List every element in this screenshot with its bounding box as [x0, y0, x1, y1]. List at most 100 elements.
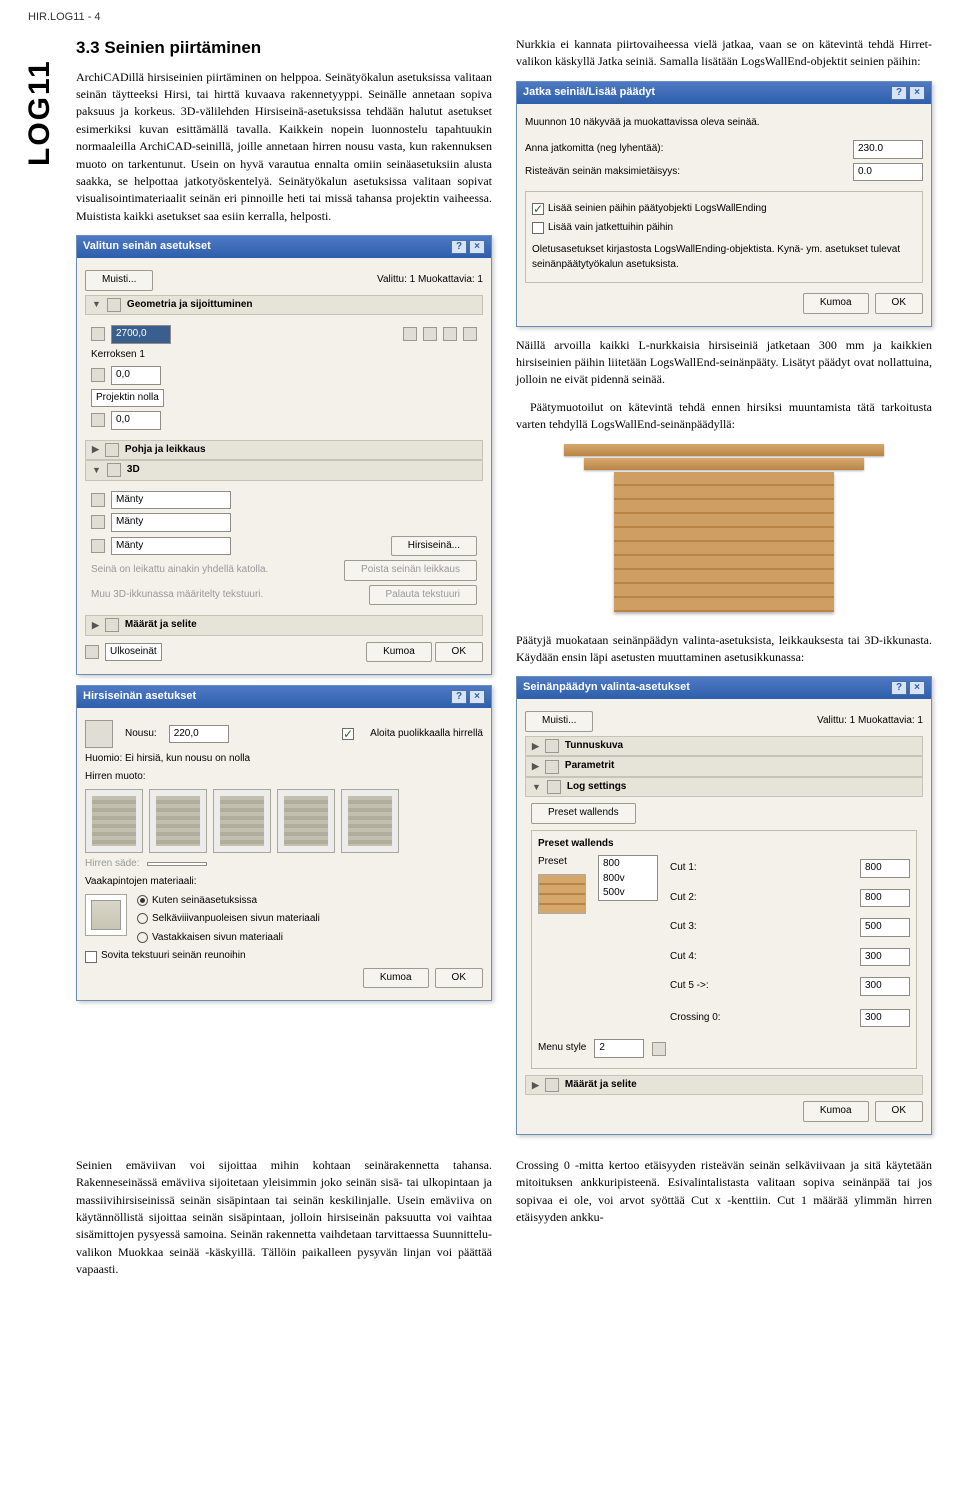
dialog-title: Jatka seiniä/Lisää päädyt	[523, 85, 655, 101]
material-select[interactable]: Mänty	[111, 491, 231, 510]
panel-parameters[interactable]: ▶ Parametrit	[525, 756, 923, 777]
cut-label: Cut 1:	[670, 861, 697, 876]
ok-button[interactable]: OK	[435, 642, 483, 663]
material-select[interactable]: Mänty	[111, 537, 231, 556]
help-icon[interactable]: ?	[451, 690, 467, 704]
dialog-log-wall: Hirsiseinän asetukset ? × Nousu: 220,0 A…	[76, 685, 492, 1001]
panel-log-settings[interactable]: ▼ Log settings	[525, 777, 923, 798]
panel-3d[interactable]: ▼ 3D	[85, 460, 483, 481]
material-select[interactable]: Mänty	[111, 513, 231, 532]
material-icon	[91, 539, 105, 553]
panel-label: Määrät ja selite	[125, 618, 197, 633]
dialog-title: Seinänpäädyn valinta-asetukset	[523, 680, 690, 696]
cut2-input[interactable]: 800	[860, 889, 910, 908]
ok-button[interactable]: OK	[435, 968, 483, 989]
radius-input	[147, 862, 207, 866]
panel-measures[interactable]: ▶ Määrät ja selite	[525, 1075, 923, 1096]
log-shape-option[interactable]	[213, 789, 271, 853]
titlebar: Seinänpäädyn valinta-asetukset ? ×	[517, 677, 931, 699]
memory-button[interactable]: Muisti...	[525, 711, 593, 732]
extend-input[interactable]: 230.0	[853, 140, 923, 159]
restore-texture-button: Palauta tekstuuri	[369, 585, 478, 606]
material-radio[interactable]	[137, 895, 148, 906]
log-shape-option[interactable]	[149, 789, 207, 853]
help-icon[interactable]: ?	[451, 240, 467, 254]
right-column: Nurkkia ei kannata piirtovaiheessa vielä…	[516, 36, 932, 1145]
fit-texture-label: Sovita tekstuuri seinän reunoihin	[101, 949, 246, 964]
cancel-button[interactable]: Kumoa	[803, 293, 869, 314]
cut4-input[interactable]: 300	[860, 948, 910, 967]
panel-measures[interactable]: ▶ Määrät ja selite	[85, 615, 483, 636]
cancel-button[interactable]: Kumoa	[363, 968, 429, 989]
project-zero-select[interactable]: Projektin nolla	[91, 389, 164, 408]
panel-plan-section[interactable]: ▶ Pohja ja leikkaus	[85, 440, 483, 461]
chevron-down-icon: ▼	[92, 464, 101, 477]
radio-label: Vastakkaisen sivun materiaali	[152, 932, 283, 943]
help-icon[interactable]: ?	[891, 86, 907, 100]
note-text: Seinä on leikattu ainakin yhdellä katoll…	[91, 563, 268, 578]
ok-button[interactable]: OK	[875, 1101, 923, 1122]
panel-thumbnail[interactable]: ▶ Tunnuskuva	[525, 736, 923, 757]
geometry-icon	[107, 298, 121, 312]
height-input[interactable]: 2700,0	[111, 325, 171, 344]
value-a[interactable]: 0,0	[111, 366, 161, 385]
shape-label: Hirren muoto:	[85, 770, 146, 785]
right-intro: Nurkkia ei kannata piirtovaiheessa vielä…	[516, 36, 932, 71]
cut1-input[interactable]: 800	[860, 859, 910, 878]
preset-list[interactable]: 800 800v 500v	[598, 855, 658, 901]
wall-icon	[91, 368, 105, 382]
close-icon[interactable]: ×	[909, 681, 925, 695]
max-dist-input[interactable]: 0.0	[853, 163, 923, 182]
log-shape-option[interactable]	[341, 789, 399, 853]
ok-button[interactable]: OK	[875, 293, 923, 314]
cancel-button[interactable]: Kumoa	[366, 642, 432, 663]
left-column: 3.3 Seinien piirtäminen ArchiCADillä hir…	[76, 36, 492, 1145]
cut-label: Cut 5 ->:	[670, 979, 709, 994]
menu-style-icon[interactable]	[652, 1042, 666, 1056]
dialog-wallend-settings: Seinänpäädyn valinta-asetukset ? × Muist…	[516, 676, 932, 1134]
chevron-right-icon: ▶	[532, 1079, 539, 1092]
panel-geometry[interactable]: ▼ Geometria ja sijoittuminen	[85, 295, 483, 316]
dialog-title: Hirsiseinän asetukset	[83, 689, 196, 705]
only-extended-checkbox[interactable]	[532, 222, 544, 234]
preset-tab[interactable]: Preset wallends	[531, 803, 636, 824]
menu-style-input[interactable]: 2	[594, 1039, 644, 1058]
log-shape-option[interactable]	[277, 789, 335, 853]
floor-label: Kerroksen 1	[91, 348, 145, 363]
add-ending-checkbox[interactable]	[532, 203, 544, 215]
half-log-label: Aloita puolikkaalla hirrellä	[370, 727, 483, 742]
cut3-input[interactable]: 500	[860, 918, 910, 937]
extend-label: Anna jatkomitta (neg lyhentää):	[525, 142, 663, 157]
material-icon	[91, 515, 105, 529]
half-log-checkbox[interactable]	[342, 728, 354, 740]
material-radio[interactable]	[137, 913, 148, 924]
log-shape-option[interactable]	[85, 789, 143, 853]
wall-icon	[91, 413, 105, 427]
intro-paragraph: ArchiCADillä hirsiseinien piirtäminen on…	[76, 69, 492, 226]
tool-icon[interactable]	[423, 327, 437, 341]
selection-count: Valittu: 1 Muokattavia: 1	[817, 714, 923, 729]
panel-label: Pohja ja leikkaus	[125, 443, 206, 458]
log-render-image	[516, 444, 932, 624]
cancel-button[interactable]: Kumoa	[803, 1101, 869, 1122]
value-b[interactable]: 0,0	[111, 411, 161, 430]
rise-input[interactable]: 220,0	[169, 725, 229, 744]
panel-label: Määrät ja selite	[565, 1078, 637, 1093]
tool-icon[interactable]	[463, 327, 477, 341]
close-icon[interactable]: ×	[469, 240, 485, 254]
layer-select[interactable]: Ulkoseinät	[105, 643, 162, 662]
crossing-input[interactable]: 300	[860, 1009, 910, 1028]
cut5-input[interactable]: 300	[860, 977, 910, 996]
material-radio[interactable]	[137, 932, 148, 943]
close-icon[interactable]: ×	[909, 86, 925, 100]
section-title: 3.3 Seinien piirtäminen	[76, 36, 492, 61]
close-icon[interactable]: ×	[469, 690, 485, 704]
list-icon	[545, 1078, 559, 1092]
memory-button[interactable]: Muisti...	[85, 270, 153, 291]
tool-icon[interactable]	[443, 327, 457, 341]
help-icon[interactable]: ?	[891, 681, 907, 695]
fit-texture-checkbox[interactable]	[85, 951, 97, 963]
tool-icon[interactable]	[403, 327, 417, 341]
header-code: HIR.LOG11 - 4	[28, 10, 932, 26]
log-wall-button[interactable]: Hirsiseinä...	[391, 536, 477, 557]
